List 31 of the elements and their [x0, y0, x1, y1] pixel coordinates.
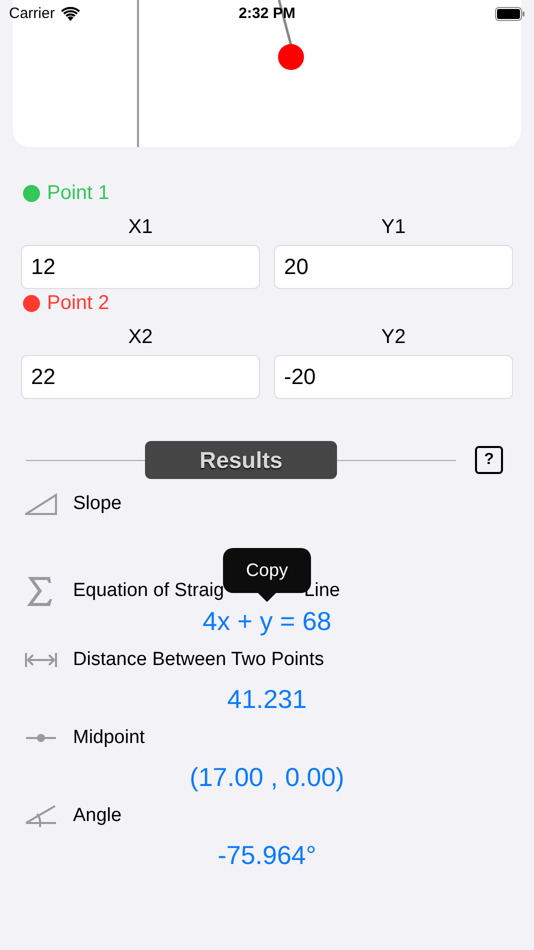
results-title: Results [145, 441, 337, 479]
coordinate-label: X1 [127, 215, 154, 239]
result-value: (17.00 , 0.00) [190, 760, 344, 794]
result-value: -75.964° [218, 838, 316, 872]
result-value: 4x + y = 68 [202, 604, 332, 638]
wifi-icon [60, 7, 80, 21]
coordinate-label: Y2 [380, 325, 407, 349]
coordinate-field[interactable]: 20 [274, 245, 513, 289]
clock-time: 2:32 PM [238, 4, 296, 24]
coordinate-field[interactable]: 12 [21, 245, 260, 289]
result-value: 41.231 [227, 682, 307, 716]
result-label: Equation of Straig [73, 578, 224, 603]
point-label: Point 2 [47, 291, 110, 316]
result-label: Distance Between Two Points [73, 648, 324, 672]
battery-icon [495, 7, 525, 21]
carrier-label: Carrier [9, 4, 55, 24]
help-button[interactable]: ? [475, 446, 503, 474]
coordinate-label: Y1 [380, 215, 407, 239]
tooltip-arrow-icon [258, 593, 276, 602]
sigma-icon [25, 575, 53, 607]
point-label: Point 1 [47, 181, 110, 206]
result-label: Slope [73, 492, 122, 516]
result-label: Angle [73, 804, 122, 828]
distance-arrow-icon [25, 652, 57, 668]
triangle-icon [25, 493, 57, 515]
angle-icon [25, 804, 57, 828]
coordinate-field[interactable]: 22 [21, 355, 260, 399]
coordinate-label: X2 [127, 325, 154, 349]
coordinate-field[interactable]: -20 [274, 355, 513, 399]
result-label: Midpoint [73, 726, 145, 750]
midpoint-icon [25, 733, 57, 743]
